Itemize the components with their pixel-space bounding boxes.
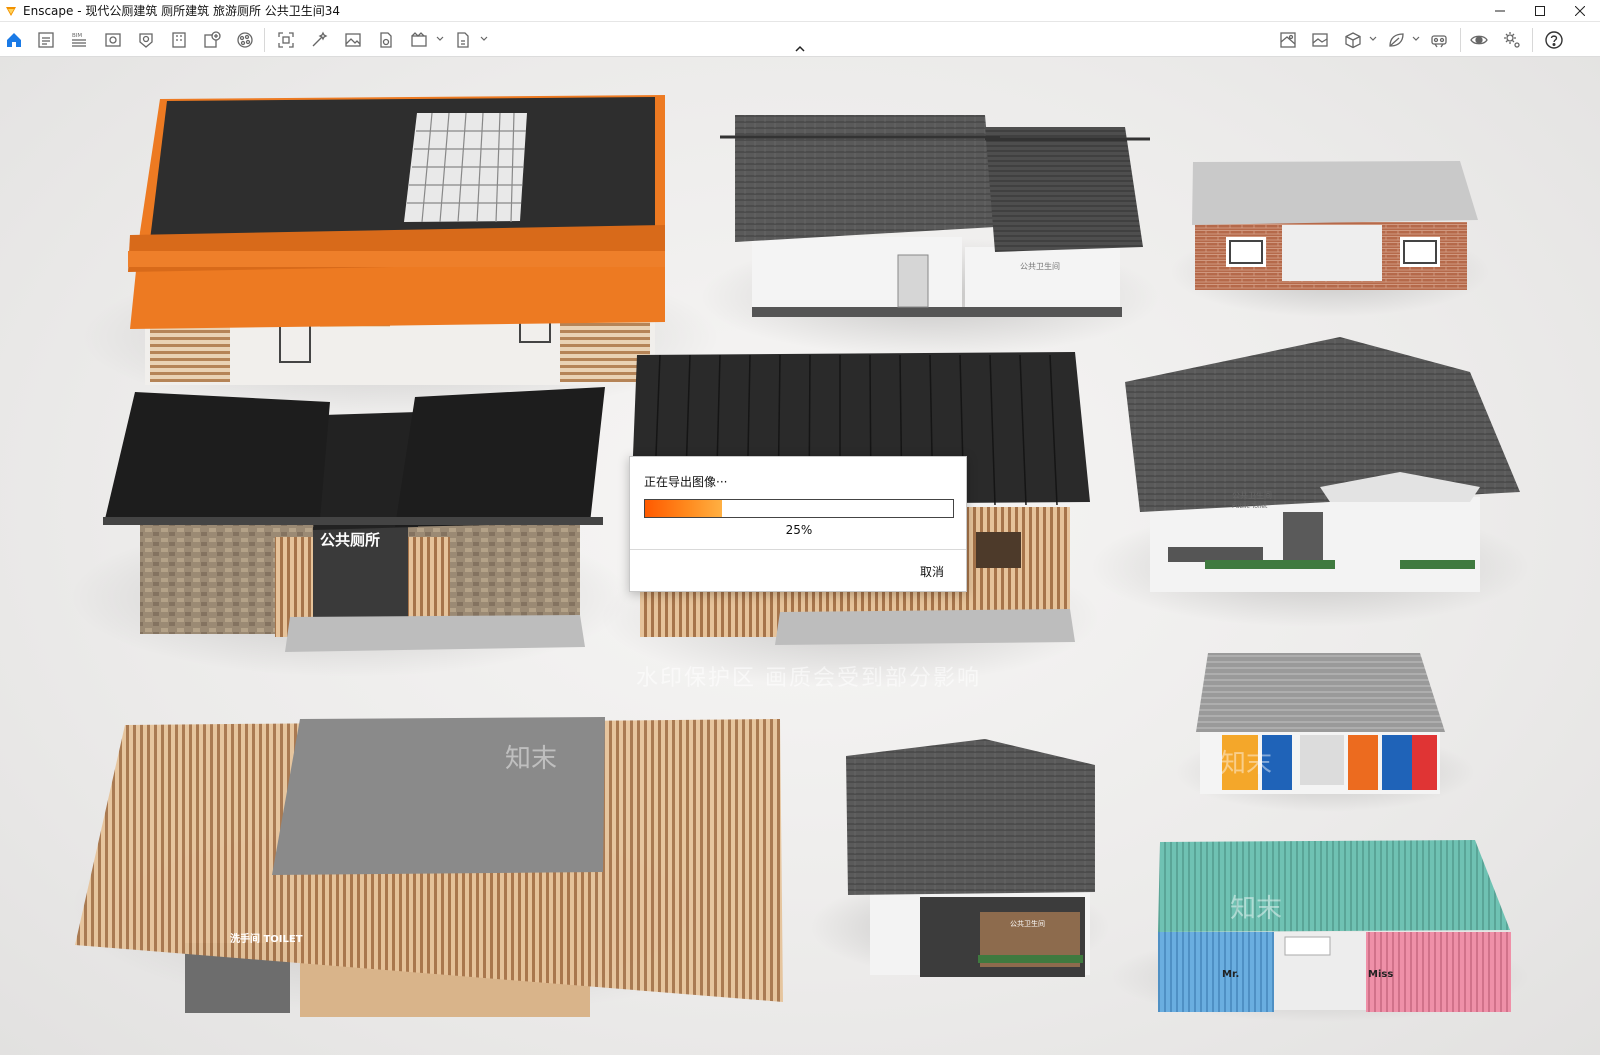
building-hip-roof: 公共卫生间 Public Toilet bbox=[1090, 337, 1530, 627]
magic-wand-button[interactable] bbox=[308, 29, 330, 51]
view-button[interactable] bbox=[102, 29, 124, 51]
building-colorful-container bbox=[1175, 653, 1475, 812]
visual-settings-button[interactable] bbox=[1468, 29, 1490, 51]
close-icon bbox=[1575, 6, 1585, 16]
map-button[interactable] bbox=[1277, 29, 1299, 51]
bim-icon: BIM bbox=[72, 33, 86, 47]
sign-mr: Mr. bbox=[1222, 969, 1239, 980]
maximize-icon bbox=[1535, 6, 1545, 16]
collapse-toolbar-chevron-up-icon[interactable] bbox=[793, 44, 807, 54]
sign-miss: Miss bbox=[1368, 969, 1393, 980]
asset-add-icon bbox=[204, 31, 221, 48]
notes-icon bbox=[38, 32, 54, 48]
image-icon bbox=[345, 33, 361, 47]
view-icon bbox=[105, 33, 121, 47]
leaf-icon bbox=[1389, 33, 1404, 47]
building-small-tile-roof: 公共卫生间 bbox=[810, 739, 1110, 977]
watermark-text: 水印保护区 画质会受到部分影响 bbox=[636, 666, 981, 691]
brand-watermark: 知末 bbox=[1220, 749, 1272, 779]
home-button[interactable] bbox=[3, 29, 25, 51]
file-export-icon bbox=[380, 32, 392, 48]
building-chinese-style: 公共卫生间 bbox=[700, 115, 1160, 357]
file-export-button[interactable] bbox=[375, 29, 397, 51]
progress-percent-label: 25% bbox=[785, 523, 813, 537]
toolbar-separator bbox=[1460, 28, 1461, 52]
building-brick-hut bbox=[1170, 161, 1490, 317]
dialog-title: 正在导出图像··· bbox=[644, 475, 728, 489]
image-button[interactable] bbox=[342, 29, 364, 51]
home-icon bbox=[7, 33, 21, 47]
sign-toilet: 洗手间 TOILET bbox=[230, 932, 303, 945]
building-twin-roof: 公共厕所 bbox=[70, 387, 630, 677]
toolbar-separator bbox=[1532, 28, 1533, 52]
building-teal-container: Mr. Miss bbox=[1110, 840, 1530, 1022]
building-wood-pergola: 洗手间 TOILET bbox=[70, 717, 790, 1017]
close-button[interactable] bbox=[1560, 0, 1600, 22]
sign-gongce: 公共厕所 bbox=[320, 531, 380, 549]
progress-fill bbox=[645, 500, 722, 517]
video-icon bbox=[411, 32, 427, 47]
help-icon bbox=[1545, 31, 1563, 49]
toolbar-separator bbox=[264, 28, 265, 52]
gallery-icon bbox=[1312, 33, 1328, 47]
sign-public-toilet-en: Public Toilet bbox=[1232, 503, 1268, 510]
cube-button[interactable] bbox=[1342, 29, 1364, 51]
magic-wand-icon bbox=[312, 31, 328, 47]
video-button[interactable] bbox=[408, 29, 430, 51]
dialog-divider bbox=[630, 549, 966, 550]
sign-public-toilet-cn: 公共卫生间 bbox=[1020, 261, 1060, 271]
settings-button[interactable] bbox=[1501, 29, 1523, 51]
export-icon bbox=[457, 32, 469, 48]
building-button[interactable] bbox=[168, 29, 190, 51]
cube-dropdown-chevron-icon[interactable] bbox=[1369, 35, 1377, 43]
export-button[interactable] bbox=[452, 29, 474, 51]
brand-watermark: 知末 bbox=[1230, 894, 1282, 924]
enscape-logo-icon bbox=[6, 6, 16, 16]
screenshot-icon bbox=[278, 32, 294, 48]
minimize-button[interactable] bbox=[1480, 0, 1520, 22]
bim-label: BIM bbox=[72, 33, 82, 39]
vr-headset-button[interactable] bbox=[1428, 29, 1450, 51]
cube-icon bbox=[1345, 32, 1361, 49]
export-dropdown-chevron-icon[interactable] bbox=[480, 35, 488, 43]
screenshot-button[interactable] bbox=[275, 29, 297, 51]
video-dropdown-chevron-icon[interactable] bbox=[436, 35, 444, 43]
title-bar: Enscape - 现代公厕建筑 厕所建筑 旅游厕所 公共卫生间34 bbox=[0, 0, 1600, 22]
notes-button[interactable] bbox=[35, 29, 57, 51]
export-progress-dialog: 正在导出图像··· 25% 取消 bbox=[629, 456, 967, 592]
sign-public-toilet-cn-3: 公共卫生间 bbox=[1010, 919, 1045, 928]
cancel-button[interactable]: 取消 bbox=[920, 563, 944, 580]
leaf-button[interactable] bbox=[1385, 29, 1407, 51]
section-button[interactable] bbox=[135, 29, 157, 51]
minimize-icon bbox=[1495, 10, 1505, 12]
map-icon bbox=[1280, 32, 1296, 48]
leaf-dropdown-chevron-icon[interactable] bbox=[1412, 35, 1420, 43]
settings-icon bbox=[1504, 32, 1520, 48]
window-title: Enscape - 现代公厕建筑 厕所建筑 旅游厕所 公共卫生间34 bbox=[23, 4, 341, 18]
vr-headset-icon bbox=[1431, 35, 1447, 48]
gallery-button[interactable] bbox=[1309, 29, 1331, 51]
export-progress-bar bbox=[644, 499, 954, 518]
building-icon bbox=[172, 32, 186, 48]
maximize-button[interactable] bbox=[1520, 0, 1560, 22]
eye-icon bbox=[1470, 35, 1488, 45]
help-button[interactable] bbox=[1543, 29, 1565, 51]
brand-watermark: 知末 bbox=[505, 744, 557, 774]
section-icon bbox=[139, 33, 153, 48]
material-button[interactable] bbox=[234, 29, 256, 51]
window-controls bbox=[1480, 0, 1600, 22]
sign-public-toilet-cn-2: 公共卫生间 bbox=[1232, 490, 1272, 500]
bim-button[interactable]: BIM bbox=[68, 29, 90, 51]
building-orange-frame bbox=[80, 95, 720, 417]
material-icon bbox=[237, 32, 253, 48]
asset-add-button[interactable] bbox=[201, 29, 223, 51]
